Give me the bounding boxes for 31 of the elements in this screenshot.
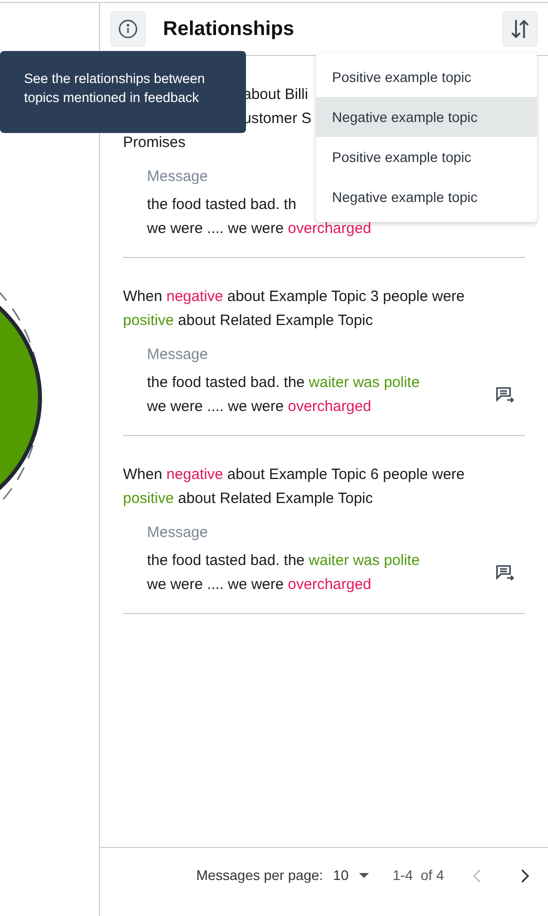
relationship-sentence: Promises (123, 133, 186, 153)
per-page-label: Messages per page: (196, 866, 324, 885)
message-text: we were .... we were overcharged (147, 219, 372, 239)
caret-icon (358, 872, 369, 878)
message-text: we were .... we were overcharged (147, 397, 372, 417)
relationship-sentence: positive about Related Example Topic (123, 311, 373, 331)
next-page-button[interactable] (520, 868, 530, 882)
message-text: we were .... we were overcharged (147, 575, 372, 595)
sort-menu-item[interactable]: Negative example topic (316, 97, 537, 137)
chevron-right-icon (520, 868, 530, 882)
per-page-select[interactable]: 10 (333, 865, 369, 886)
relationship-sentence: positive about Related Example Topic (123, 489, 373, 509)
chevron-left-icon (472, 868, 482, 882)
sort-menu-item[interactable]: Positive example topic (316, 57, 537, 97)
info-button[interactable] (110, 11, 146, 47)
panel-title: Relationships (163, 17, 294, 42)
page-range: 1-4 of 4 (392, 866, 444, 885)
sort-icon (510, 18, 530, 40)
relationship-sentence: When negative about Example Topic 6 people were (123, 465, 465, 485)
message-label: Message (147, 167, 209, 187)
message-text: the food tasted bad. the waiter was polite (147, 373, 420, 393)
relationship-sentence: When negative about Example Topic 3 people were (123, 287, 465, 307)
message-text: the food tasted bad. th (147, 195, 296, 215)
message-label: Message (147, 523, 209, 543)
tooltip: See the relationships between topics mentioned in feedback (0, 51, 246, 133)
message-text: the food tasted bad. the waiter was polite (147, 551, 420, 571)
sort-button[interactable] (502, 11, 538, 47)
sort-menu-item[interactable]: Positive example topic (316, 137, 537, 177)
sort-menu-item[interactable]: Negative example topic (316, 177, 537, 217)
message-label: Message (147, 345, 209, 365)
info-icon (118, 19, 138, 39)
